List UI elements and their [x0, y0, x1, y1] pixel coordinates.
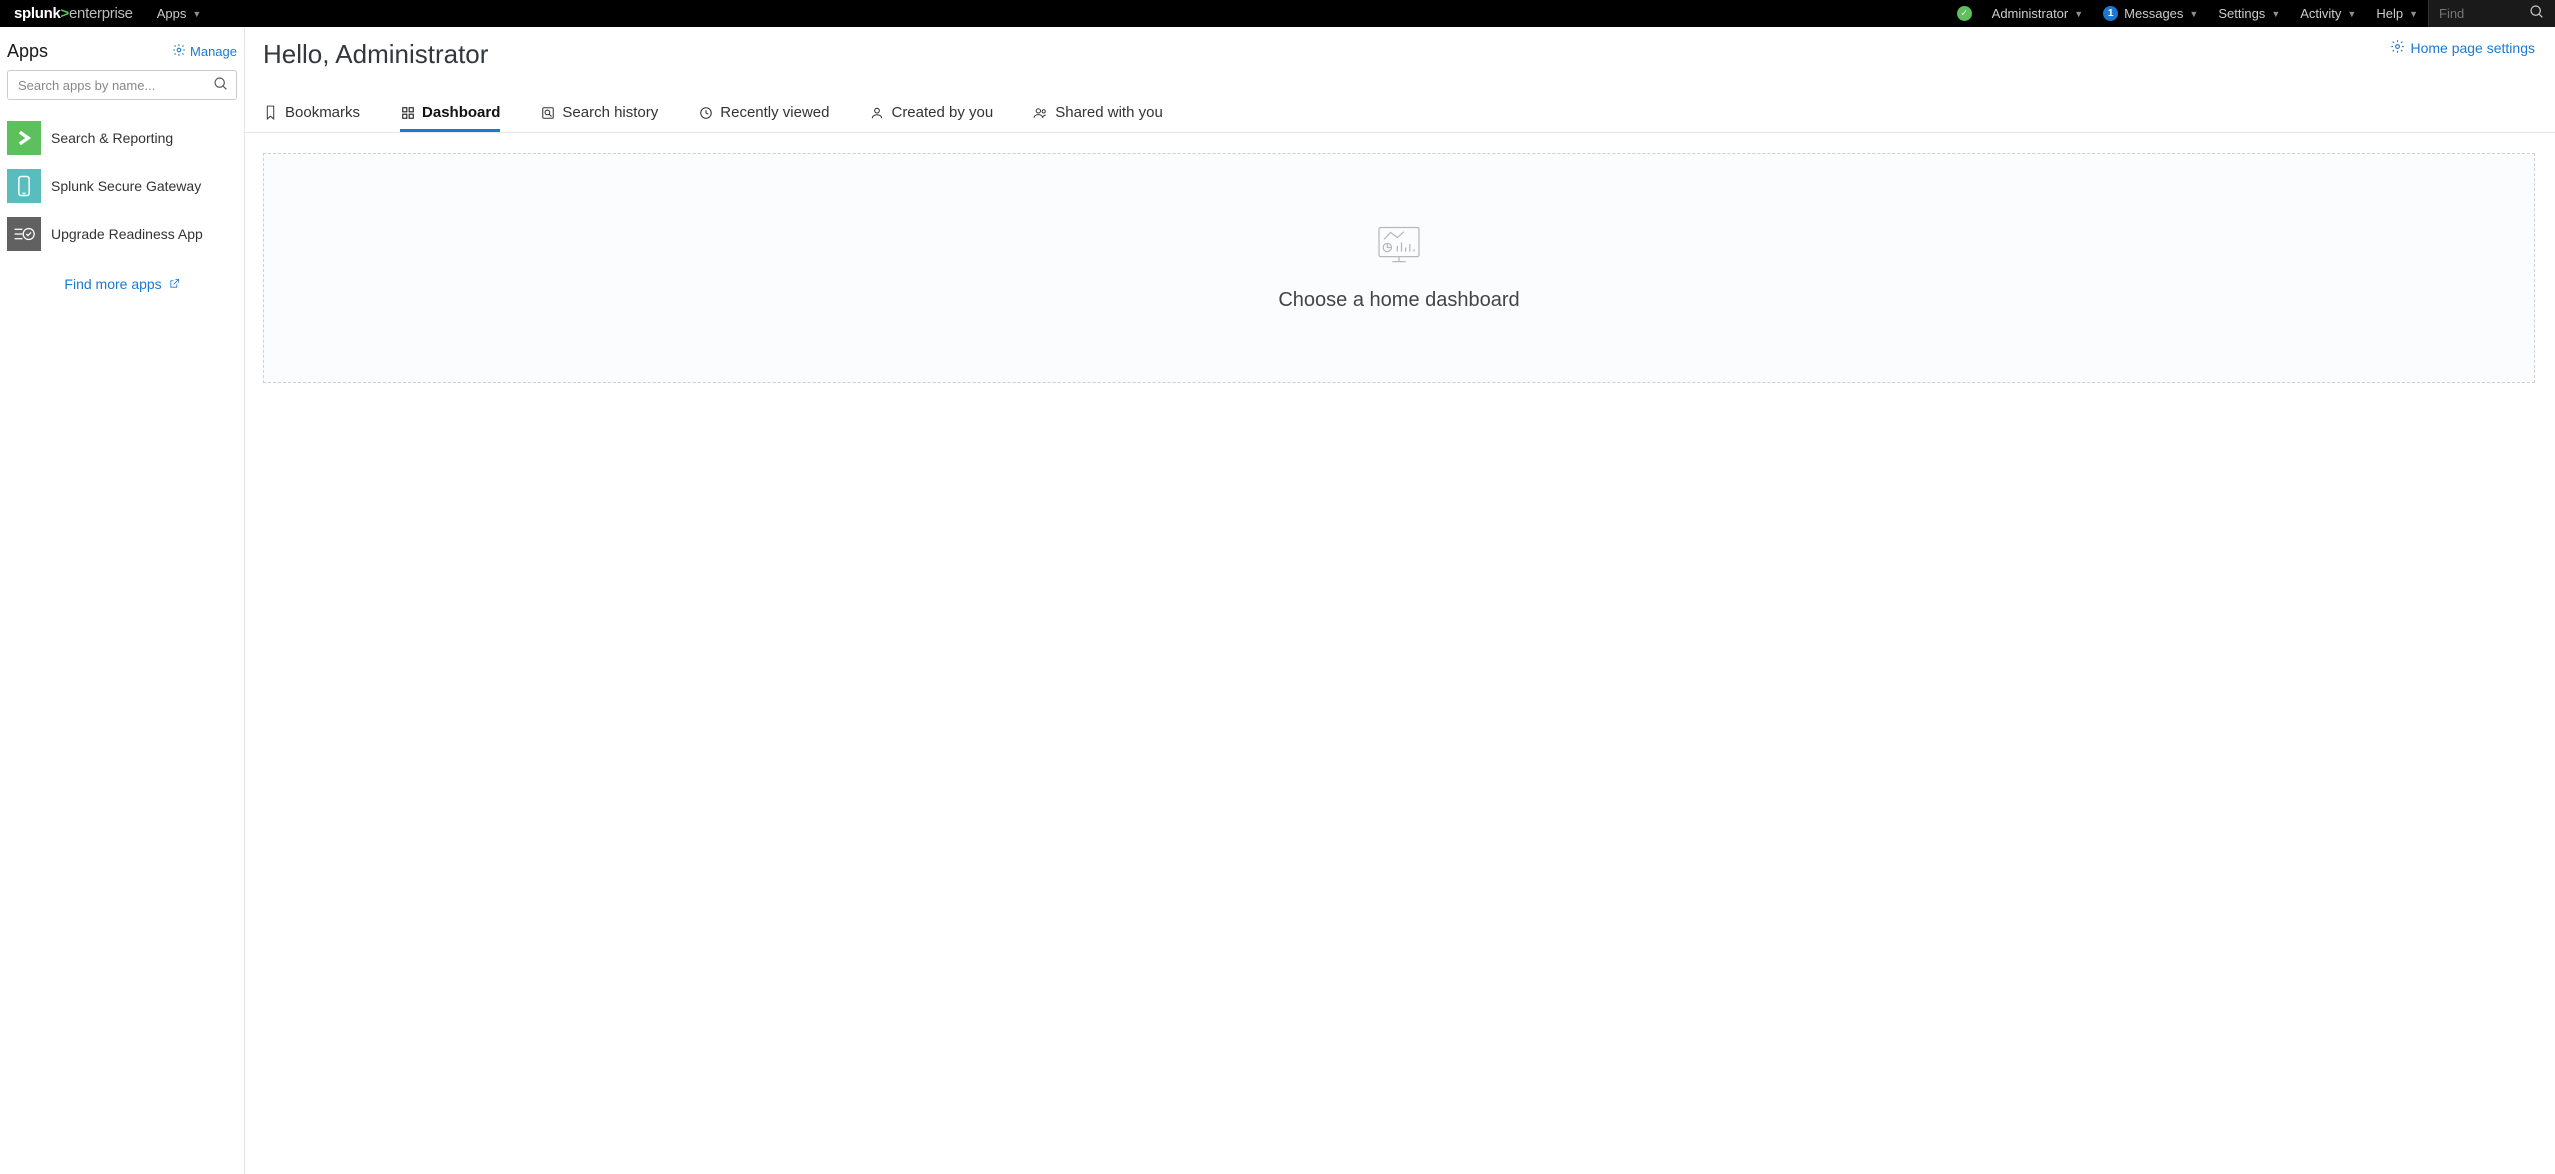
brand-caret: > [61, 5, 69, 22]
tab-label: Dashboard [422, 104, 500, 121]
dashboard-monitor-icon [1374, 224, 1424, 269]
page-title: Hello, Administrator [263, 39, 488, 70]
find-more-apps-link[interactable]: Find more apps [64, 276, 179, 292]
find-more-apps: Find more apps [7, 276, 237, 292]
manage-apps-link[interactable]: Manage [172, 43, 237, 60]
caret-down-icon: ▼ [2271, 9, 2280, 19]
nav-apps-label: Apps [157, 6, 187, 21]
sidebar: Apps Manage Search & Reporting [0, 27, 245, 1174]
find-input[interactable] [2439, 6, 2479, 21]
caret-down-icon: ▼ [192, 9, 201, 19]
home-settings-label: Home page settings [2410, 40, 2535, 56]
tab-recently-viewed[interactable]: Recently viewed [698, 96, 829, 132]
home-page-settings-link[interactable]: Home page settings [2390, 39, 2535, 57]
users-icon [1033, 105, 1048, 120]
tab-label: Shared with you [1055, 104, 1163, 121]
nav-settings-menu[interactable]: Settings ▼ [2208, 0, 2290, 27]
tab-label: Created by you [891, 104, 993, 121]
nav-messages-label: Messages [2124, 6, 2183, 21]
messages-badge: 1 [2103, 6, 2118, 21]
global-find[interactable] [2428, 0, 2555, 27]
brand-logo[interactable]: splunk>enterprise [0, 5, 147, 22]
gear-icon [2390, 39, 2405, 57]
caret-down-icon: ▼ [2409, 9, 2418, 19]
caret-down-icon: ▼ [2347, 9, 2356, 19]
empty-dashboard-panel[interactable]: Choose a home dashboard [263, 153, 2535, 383]
app-item-upgrade-readiness[interactable]: Upgrade Readiness App [7, 210, 237, 258]
tab-search-history[interactable]: Search history [540, 96, 658, 132]
tab-bookmarks[interactable]: Bookmarks [263, 96, 360, 132]
top-navigation: splunk>enterprise Apps ▼ ✓ Administrator… [0, 0, 2555, 27]
sidebar-header: Apps Manage [7, 37, 237, 70]
nav-apps-menu[interactable]: Apps ▼ [147, 0, 212, 27]
clock-icon [698, 105, 713, 120]
app-icon-phone [7, 169, 41, 203]
tab-label: Recently viewed [720, 104, 829, 121]
app-icon-list-check [7, 217, 41, 251]
nav-activity-menu[interactable]: Activity ▼ [2290, 0, 2366, 27]
main-header: Hello, Administrator Home page settings [245, 27, 2555, 70]
nav-messages-menu[interactable]: 1 Messages ▼ [2093, 0, 2208, 27]
health-status[interactable]: ✓ [1947, 0, 1982, 27]
app-search-wrap [7, 70, 237, 100]
tab-created-by-you[interactable]: Created by you [869, 96, 993, 132]
bookmark-icon [263, 105, 278, 120]
app-search-input[interactable] [7, 70, 237, 100]
search-icon [2529, 4, 2545, 23]
app-label: Search & Reporting [51, 130, 173, 146]
sidebar-title: Apps [7, 41, 48, 62]
app-item-secure-gateway[interactable]: Splunk Secure Gateway [7, 162, 237, 210]
gear-icon [172, 43, 186, 60]
nav-settings-label: Settings [2218, 6, 2265, 21]
app-icon-chevron [7, 121, 41, 155]
brand-splunk: splunk [14, 5, 61, 22]
nav-user-label: Administrator [1992, 6, 2069, 21]
dashboard-icon [400, 105, 415, 120]
main-tabs: Bookmarks Dashboard Search history Recen… [245, 96, 2555, 133]
nav-activity-label: Activity [2300, 6, 2341, 21]
nav-help-menu[interactable]: Help ▼ [2366, 0, 2428, 27]
nav-user-menu[interactable]: Administrator ▼ [1982, 0, 2094, 27]
tab-label: Bookmarks [285, 104, 360, 121]
tab-shared-with-you[interactable]: Shared with you [1033, 96, 1163, 132]
find-more-label: Find more apps [64, 276, 161, 292]
caret-down-icon: ▼ [2189, 9, 2198, 19]
status-ok-icon: ✓ [1957, 6, 1972, 21]
caret-down-icon: ▼ [2074, 9, 2083, 19]
tab-label: Search history [562, 104, 658, 121]
app-label: Splunk Secure Gateway [51, 178, 201, 194]
external-link-icon [169, 280, 180, 292]
app-item-search-reporting[interactable]: Search & Reporting [7, 114, 237, 162]
empty-message: Choose a home dashboard [1278, 289, 1519, 312]
user-icon [869, 105, 884, 120]
manage-label: Manage [190, 44, 237, 59]
nav-help-label: Help [2376, 6, 2403, 21]
brand-enterprise: enterprise [69, 5, 133, 22]
search-history-icon [540, 105, 555, 120]
main-content: Hello, Administrator Home page settings … [245, 27, 2555, 1174]
body: Apps Manage Search & Reporting [0, 27, 2555, 1174]
app-label: Upgrade Readiness App [51, 226, 203, 242]
tab-dashboard[interactable]: Dashboard [400, 96, 500, 132]
